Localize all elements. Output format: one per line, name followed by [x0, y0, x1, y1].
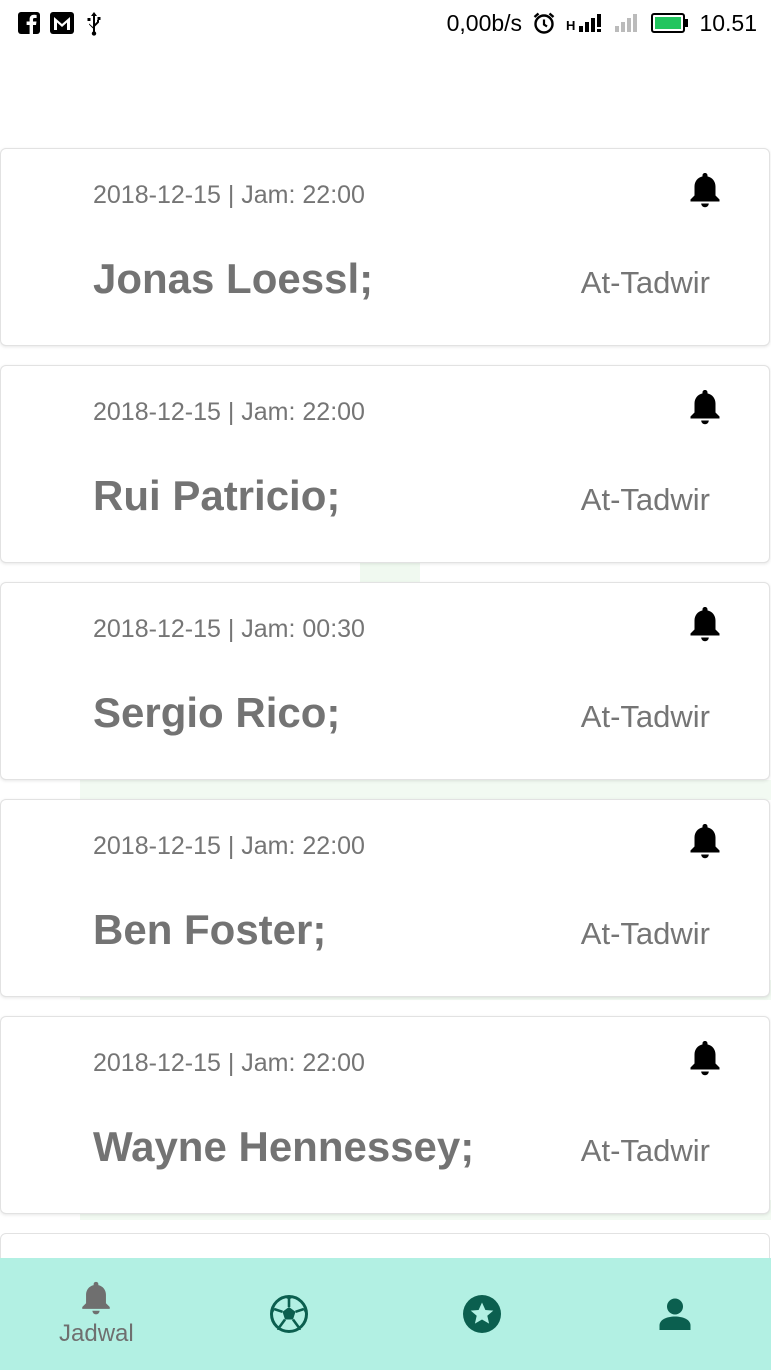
bell-icon [690, 390, 720, 425]
nav-item-profile[interactable] [578, 1258, 771, 1370]
star-icon [462, 1295, 501, 1333]
bell-icon [690, 607, 720, 642]
schedule-datetime: 2018-12-15 | Jam: 22:00 [93, 398, 365, 426]
bell-icon [690, 1041, 720, 1076]
signal-icon [579, 13, 605, 33]
team-name: At-Tadwir [580, 699, 710, 734]
schedule-card[interactable]: 2018-12-15 | Jam: 00:30 Sergio Rico; At-… [0, 582, 770, 780]
bottom-navigation: Jadwal [0, 1258, 771, 1370]
network-type: H [566, 17, 576, 33]
schedule-card[interactable]: 2018-12-15 | Jam: 22:00 Rui Patricio; At… [0, 365, 770, 563]
player-name: Rui Patricio; [93, 472, 341, 519]
nav-item-matches[interactable] [193, 1258, 386, 1370]
nav-label-jadwal: Jadwal [59, 1320, 134, 1347]
player-name: Jonas Loessl; [93, 255, 374, 302]
notification-bell-button[interactable] [687, 603, 723, 645]
schedule-card[interactable]: 2018-12-15 | Jam: 22:00 Jonas Loessl; At… [0, 148, 770, 346]
signal-weak-icon [615, 13, 641, 33]
status-bar: 0,00b/s H 10.51 [0, 0, 771, 46]
player-name: Sergio Rico; [93, 689, 341, 736]
team-name: At-Tadwir [580, 482, 710, 517]
notification-bell-button[interactable] [687, 169, 723, 211]
team-name: At-Tadwir [580, 1133, 710, 1168]
schedule-list: 2018-12-15 | Jam: 22:00 Jonas Loessl; At… [0, 148, 771, 1233]
schedule-datetime: 2018-12-15 | Jam: 22:00 [93, 1049, 365, 1077]
schedule-card[interactable]: 2018-12-15 | Jam: 22:00 Wayne Hennessey;… [0, 1016, 770, 1214]
schedule-datetime: 2018-12-15 | Jam: 00:30 [93, 615, 365, 643]
bell-icon [690, 824, 720, 859]
person-icon [659, 1298, 691, 1330]
schedule-datetime: 2018-12-15 | Jam: 22:00 [93, 832, 365, 860]
notification-bell-button[interactable] [687, 820, 723, 862]
schedule-card[interactable]: 2018-12-15 | Jam: 22:00 Ben Foster; At-T… [0, 799, 770, 997]
app-screen: 0,00b/s H 10.51 2018-12-15 | Jam: 22:00 … [0, 0, 771, 1370]
team-name: At-Tadwir [580, 265, 710, 300]
facebook-icon [18, 12, 40, 34]
gmail-icon [50, 12, 74, 34]
bell-icon [82, 1281, 111, 1315]
notification-bell-button[interactable] [687, 1037, 723, 1079]
usb-icon [84, 10, 104, 36]
bell-icon [690, 173, 720, 208]
status-time: 10.51 [699, 9, 757, 36]
alarm-icon [532, 11, 556, 35]
team-name: At-Tadwir [580, 916, 710, 951]
nav-item-favorites[interactable] [386, 1258, 579, 1370]
player-name: Ben Foster; [93, 906, 327, 953]
notification-bell-button[interactable] [687, 386, 723, 428]
battery-icon [651, 13, 689, 33]
nav-item-jadwal[interactable]: Jadwal [0, 1258, 193, 1370]
player-name: Wayne Hennessey; [93, 1123, 475, 1170]
soccer-ball-icon [270, 1295, 309, 1333]
network-speed: 0,00b/s [446, 9, 523, 36]
schedule-datetime: 2018-12-15 | Jam: 22:00 [93, 181, 365, 209]
